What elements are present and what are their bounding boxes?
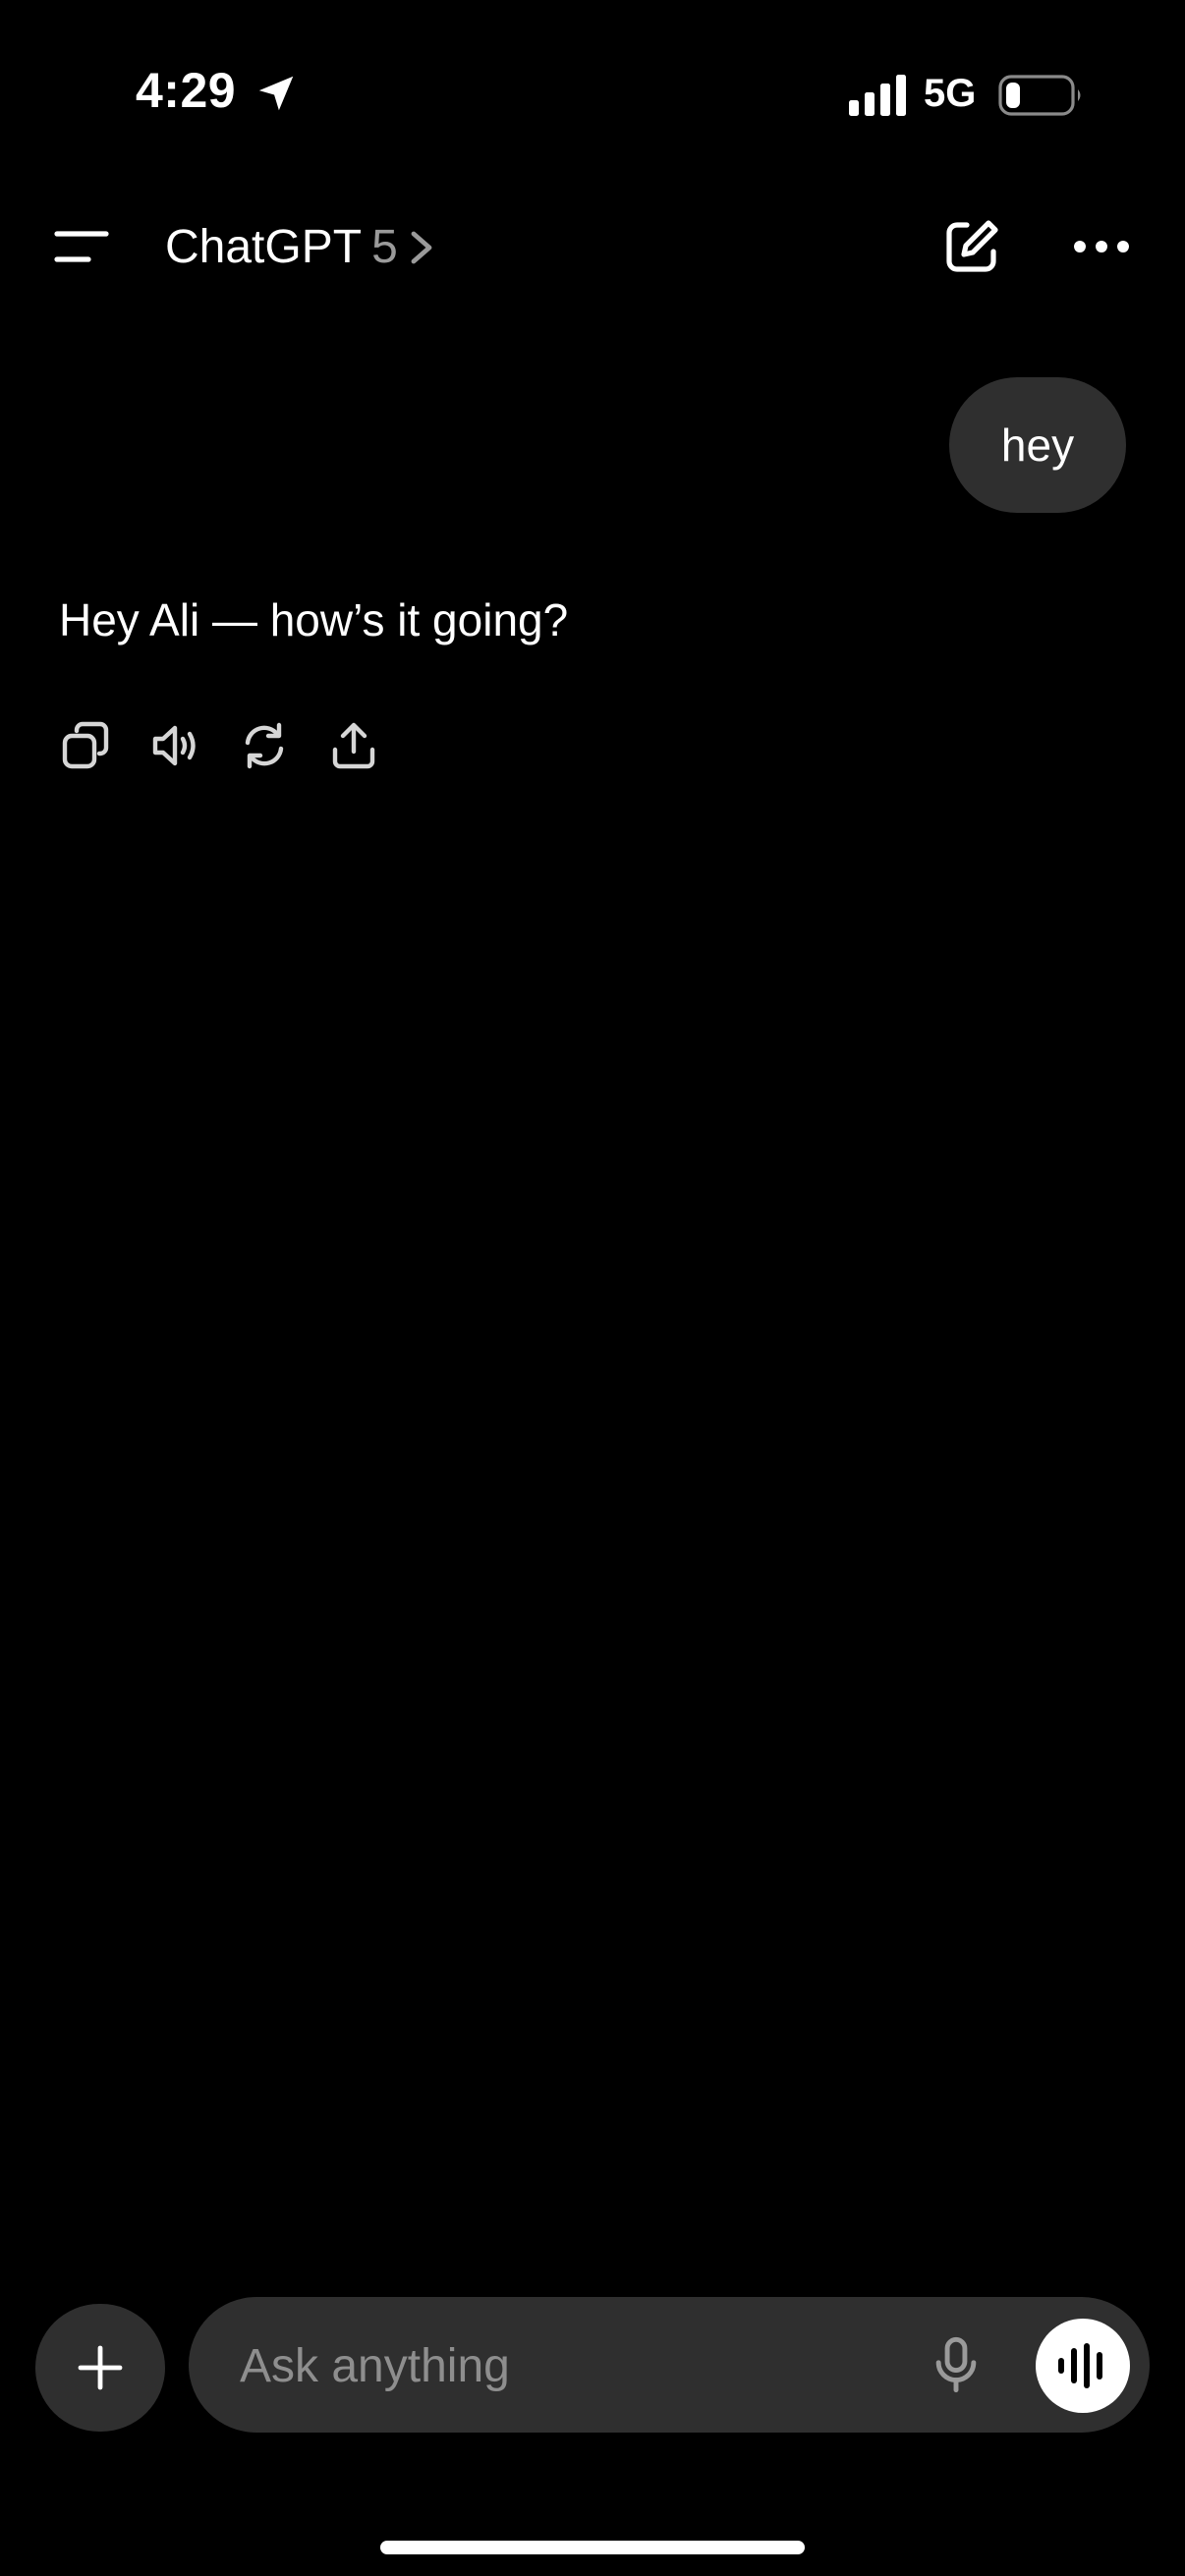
regenerate-button[interactable] bbox=[238, 719, 291, 772]
read-aloud-button[interactable] bbox=[148, 719, 201, 772]
regenerate-icon bbox=[245, 722, 284, 769]
app-title: ChatGPT bbox=[165, 221, 363, 273]
message-actions bbox=[59, 719, 417, 772]
microphone-icon bbox=[935, 2336, 977, 2393]
share-button[interactable] bbox=[327, 719, 380, 772]
assistant-message-text: Hey Ali — how’s it going? bbox=[59, 594, 569, 645]
plus-icon bbox=[78, 2345, 123, 2390]
battery-icon bbox=[998, 75, 1081, 116]
model-version: 5 bbox=[371, 221, 398, 273]
chevron-right-icon bbox=[411, 231, 432, 264]
copy-button[interactable] bbox=[59, 719, 112, 772]
home-indicator bbox=[380, 2541, 805, 2554]
voice-mode-icon bbox=[1058, 2343, 1102, 2388]
share-icon bbox=[332, 722, 375, 769]
dictation-button[interactable] bbox=[922, 2330, 990, 2399]
status-time: 4:29 bbox=[136, 63, 237, 118]
model-selector[interactable]: ChatGPT 5 bbox=[165, 216, 435, 279]
message-input[interactable] bbox=[238, 2330, 871, 2401]
composer-bar bbox=[189, 2297, 1150, 2433]
location-arrow-icon bbox=[258, 76, 294, 111]
more-icon[interactable] bbox=[1073, 234, 1130, 259]
attach-button[interactable] bbox=[35, 2304, 165, 2432]
copy-icon bbox=[62, 721, 109, 769]
user-message-text: hey bbox=[1000, 420, 1075, 471]
voice-mode-button[interactable] bbox=[1036, 2319, 1130, 2413]
menu-icon[interactable] bbox=[53, 222, 110, 271]
network-label: 5G bbox=[924, 72, 977, 115]
user-message-bubble: hey bbox=[949, 377, 1126, 513]
compose-icon[interactable] bbox=[941, 216, 1002, 277]
speaker-icon bbox=[152, 725, 196, 766]
signal-icon bbox=[849, 75, 906, 116]
